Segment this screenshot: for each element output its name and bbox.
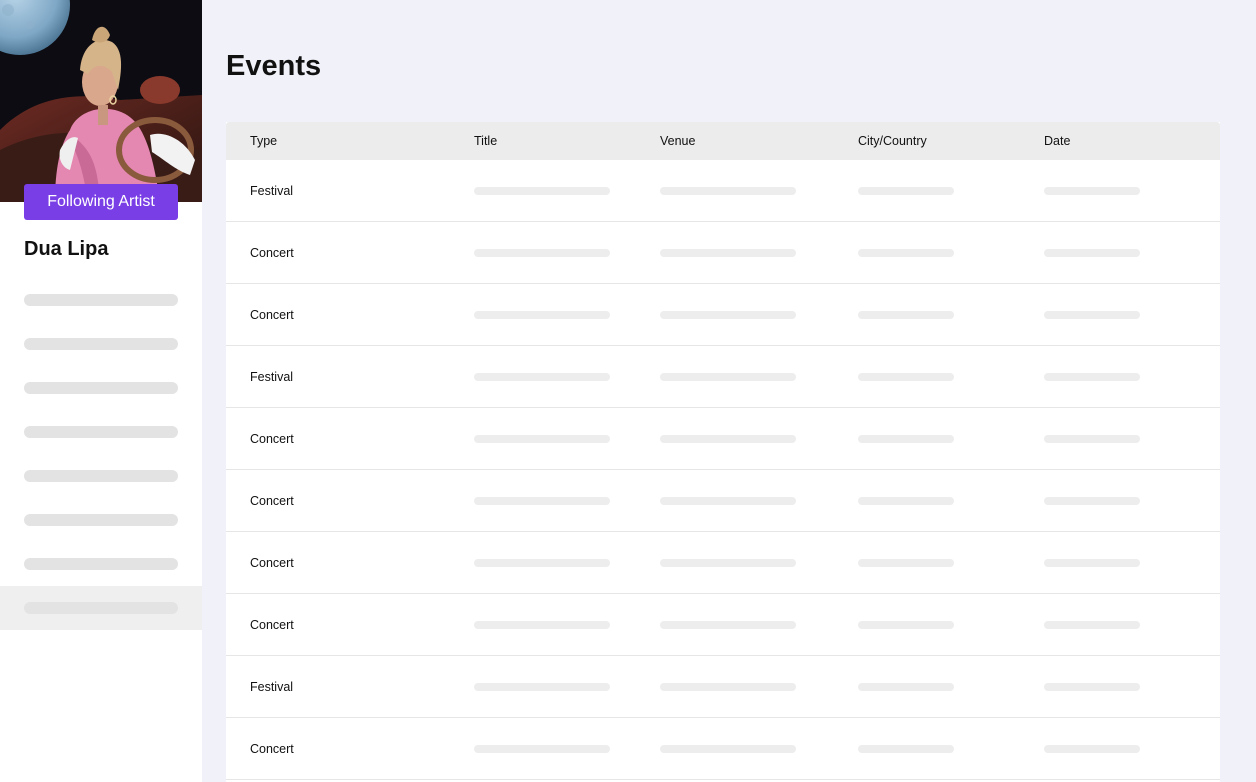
skeleton-placeholder	[858, 373, 954, 381]
table-row[interactable]: Concert	[226, 532, 1220, 594]
skeleton-placeholder	[1044, 559, 1140, 567]
skeleton-placeholder	[24, 294, 178, 306]
table-row[interactable]: Festival	[226, 656, 1220, 718]
skeleton-placeholder	[660, 373, 796, 381]
skeleton-placeholder	[660, 621, 796, 629]
skeleton-placeholder	[858, 435, 954, 443]
table-header: Type Title Venue City/Country Date	[226, 122, 1220, 160]
skeleton-placeholder	[1044, 745, 1140, 753]
skeleton-placeholder	[1044, 683, 1140, 691]
skeleton-placeholder	[474, 745, 610, 753]
skeleton-placeholder	[24, 338, 178, 350]
column-header-date[interactable]: Date	[1044, 122, 1070, 160]
cell-type: Festival	[250, 370, 294, 384]
skeleton-placeholder	[24, 558, 178, 570]
cell-type: Festival	[250, 184, 294, 198]
skeleton-placeholder	[1044, 249, 1140, 257]
skeleton-placeholder	[24, 382, 178, 394]
events-table: Type Title Venue City/Country Date Festi…	[226, 122, 1220, 782]
column-header-title[interactable]: Title	[474, 122, 497, 160]
skeleton-placeholder	[1044, 373, 1140, 381]
skeleton-placeholder	[858, 497, 954, 505]
table-row[interactable]: Festival	[226, 346, 1220, 408]
skeleton-placeholder	[660, 497, 796, 505]
cell-type: Concert	[250, 432, 294, 446]
sidebar-item[interactable]	[0, 542, 202, 586]
sidebar-item[interactable]	[0, 454, 202, 498]
column-header-type[interactable]: Type	[250, 122, 277, 160]
sidebar-item[interactable]	[0, 322, 202, 366]
skeleton-placeholder	[858, 745, 954, 753]
skeleton-placeholder	[474, 559, 610, 567]
sidebar-item[interactable]	[0, 498, 202, 542]
skeleton-placeholder	[858, 249, 954, 257]
skeleton-placeholder	[24, 426, 178, 438]
skeleton-placeholder	[474, 435, 610, 443]
skeleton-placeholder	[660, 249, 796, 257]
skeleton-placeholder	[858, 311, 954, 319]
skeleton-placeholder	[1044, 621, 1140, 629]
cell-type: Concert	[250, 494, 294, 508]
cell-type: Festival	[250, 680, 294, 694]
table-row[interactable]: Concert	[226, 718, 1220, 780]
table-body: Festival Concert Concert Festival Concert Con…	[226, 160, 1220, 780]
skeleton-placeholder	[1044, 187, 1140, 195]
artist-photo-image	[0, 0, 202, 202]
skeleton-placeholder	[474, 187, 610, 195]
skeleton-placeholder	[474, 621, 610, 629]
skeleton-placeholder	[24, 514, 178, 526]
skeleton-placeholder	[24, 470, 178, 482]
sidebar-list	[0, 278, 202, 630]
skeleton-placeholder	[1044, 311, 1140, 319]
skeleton-placeholder	[474, 683, 610, 691]
skeleton-placeholder	[858, 621, 954, 629]
skeleton-placeholder	[474, 311, 610, 319]
skeleton-placeholder	[1044, 435, 1140, 443]
skeleton-placeholder	[660, 745, 796, 753]
column-header-city-country[interactable]: City/Country	[858, 122, 927, 160]
cell-type: Concert	[250, 556, 294, 570]
following-artist-button[interactable]: Following Artist	[24, 184, 178, 220]
skeleton-placeholder	[660, 311, 796, 319]
skeleton-placeholder	[474, 249, 610, 257]
table-row[interactable]: Festival	[226, 160, 1220, 222]
sidebar-item-active[interactable]	[0, 586, 202, 630]
skeleton-placeholder	[24, 602, 178, 614]
skeleton-placeholder	[660, 683, 796, 691]
artist-name: Dua Lipa	[24, 238, 109, 260]
skeleton-placeholder	[474, 373, 610, 381]
skeleton-placeholder	[858, 683, 954, 691]
table-row[interactable]: Concert	[226, 594, 1220, 656]
column-header-venue[interactable]: Venue	[660, 122, 695, 160]
cell-type: Concert	[250, 618, 294, 632]
sidebar-item[interactable]	[0, 366, 202, 410]
cell-type: Concert	[250, 246, 294, 260]
sidebar-item[interactable]	[0, 410, 202, 454]
table-row[interactable]: Concert	[226, 222, 1220, 284]
page-title: Events	[226, 50, 322, 82]
skeleton-placeholder	[474, 497, 610, 505]
cell-type: Concert	[250, 742, 294, 756]
skeleton-placeholder	[858, 559, 954, 567]
cell-type: Concert	[250, 308, 294, 322]
artist-photo	[0, 0, 202, 202]
table-row[interactable]: Concert	[226, 408, 1220, 470]
skeleton-placeholder	[660, 559, 796, 567]
table-row[interactable]: Concert	[226, 284, 1220, 346]
skeleton-placeholder	[1044, 497, 1140, 505]
sidebar-item[interactable]	[0, 278, 202, 322]
skeleton-placeholder	[858, 187, 954, 195]
skeleton-placeholder	[660, 435, 796, 443]
sidebar: Following Artist Dua Lipa	[0, 0, 202, 782]
skeleton-placeholder	[660, 187, 796, 195]
table-row[interactable]: Concert	[226, 470, 1220, 532]
